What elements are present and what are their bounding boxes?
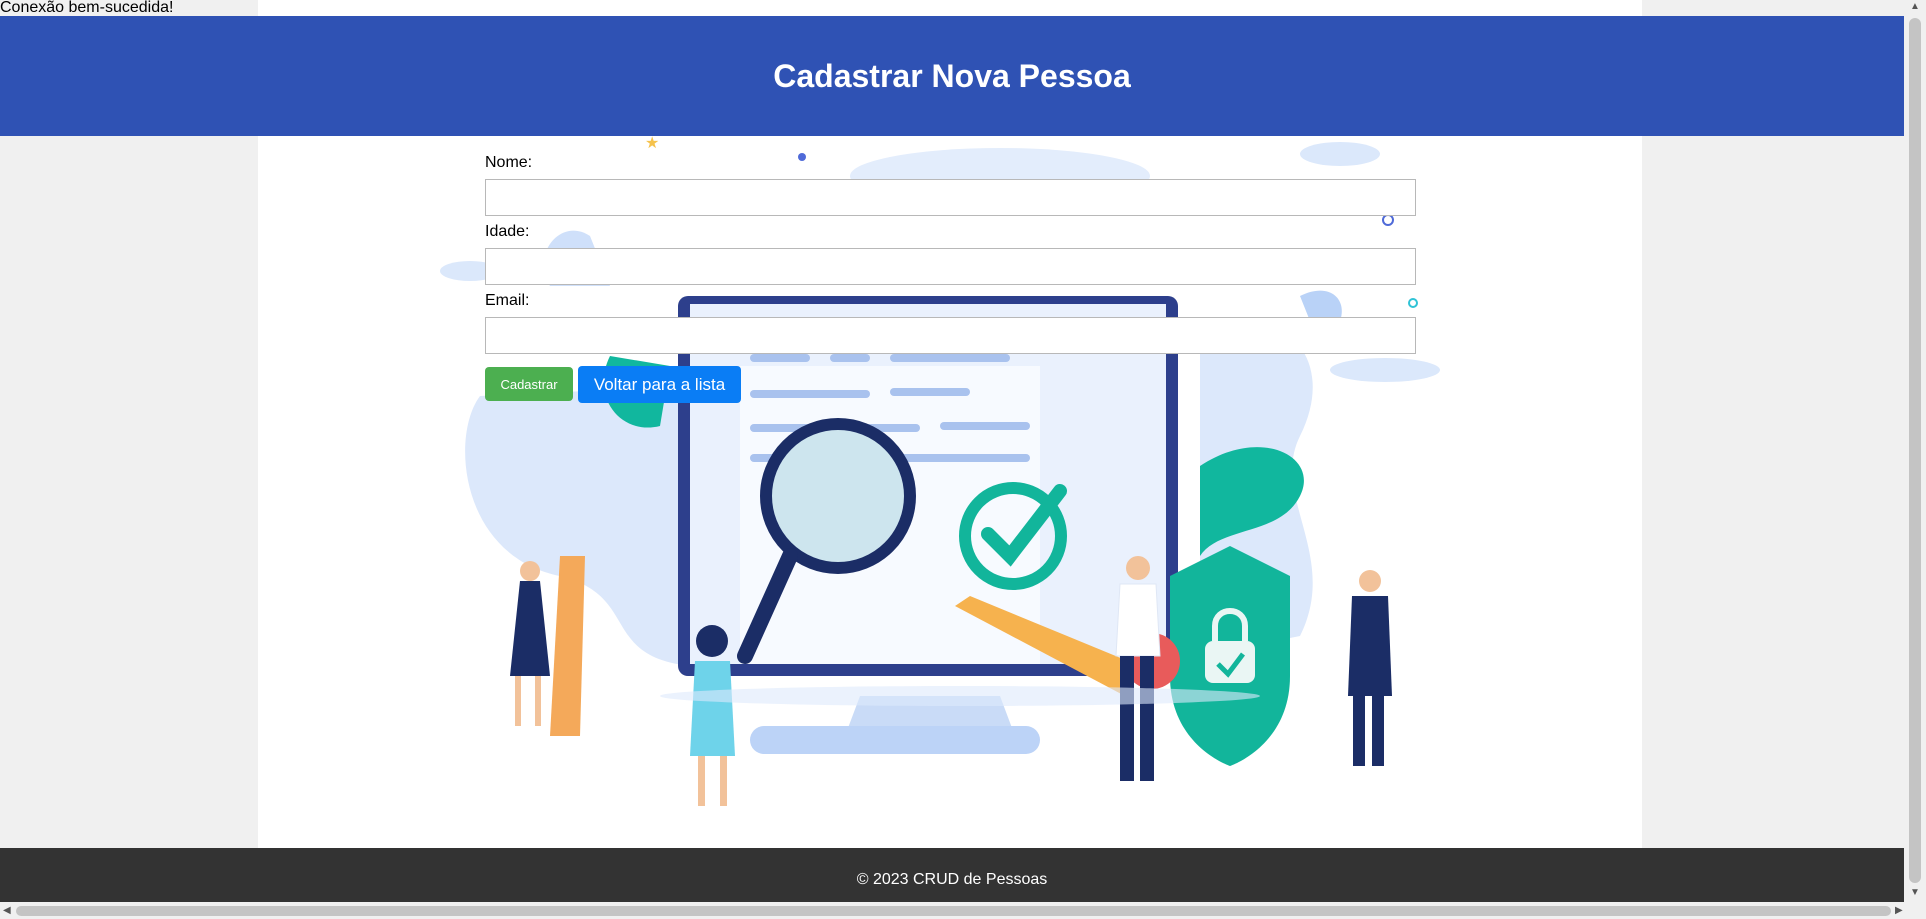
back-to-list-button[interactable]: Voltar para a lista — [578, 366, 741, 403]
connection-status-text: Conexão bem-sucedida! — [0, 0, 174, 16]
name-label: Nome: — [485, 154, 533, 171]
email-label: Email: — [485, 292, 530, 309]
form-actions: Cadastrar Voltar para a lista — [485, 366, 1416, 403]
scroll-right-arrow-icon[interactable]: ▶ — [1895, 906, 1903, 916]
scroll-left-arrow-icon[interactable]: ◀ — [3, 906, 11, 916]
footer-text: © 2023 CRUD de Pessoas — [856, 871, 1048, 888]
scroll-down-arrow-icon[interactable]: ▼ — [1910, 888, 1920, 898]
page-title: Cadastrar Nova Pessoa — [773, 57, 1131, 94]
age-label: Idade: — [485, 223, 530, 240]
submit-button[interactable]: Cadastrar — [485, 367, 573, 401]
horizontal-scrollbar[interactable]: ◀ ▶ — [0, 902, 1926, 919]
age-input[interactable] — [485, 248, 1416, 285]
person-form: Nome: Idade: Email: Cadastrar Voltar par… — [485, 150, 1416, 403]
page-header: Cadastrar Nova Pessoa — [0, 16, 1904, 136]
browser-viewport: Conexão bem-sucedida! Cadastrar Nova Pes… — [0, 0, 1904, 902]
scroll-up-arrow-icon[interactable]: ▲ — [1910, 2, 1920, 12]
vertical-scroll-thumb[interactable] — [1909, 18, 1921, 883]
email-input[interactable] — [485, 317, 1416, 354]
horizontal-scroll-thumb[interactable] — [16, 906, 1891, 916]
name-input[interactable] — [485, 179, 1416, 216]
page-footer: © 2023 CRUD de Pessoas — [0, 848, 1904, 902]
vertical-scrollbar[interactable]: ▲ ▼ — [1904, 0, 1926, 902]
